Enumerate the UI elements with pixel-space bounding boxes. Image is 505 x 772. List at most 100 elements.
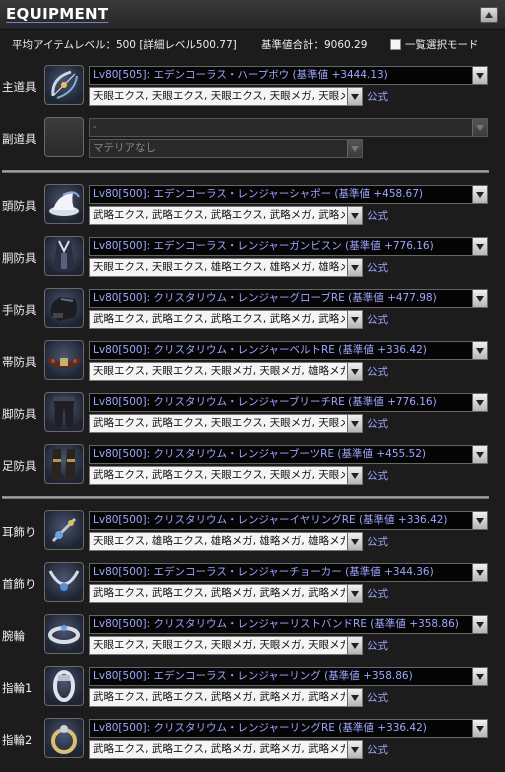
chevron-down-icon bbox=[347, 415, 362, 432]
item-select-off-hand[interactable]: - bbox=[89, 118, 488, 137]
official-link-wrists[interactable]: 公式 bbox=[367, 638, 388, 653]
chevron-down-icon bbox=[347, 311, 362, 328]
collapse-button[interactable] bbox=[480, 7, 498, 23]
official-link-head[interactable]: 公式 bbox=[367, 208, 388, 223]
item-select-feet[interactable]: Lv80[500]: クリスタリウム・レンジャーブーツRE (基準値 +455.… bbox=[89, 445, 488, 464]
item-name: Lv80[500]: クリスタリウム・レンジャーイヤリングRE (基準値 +33… bbox=[93, 514, 448, 526]
chevron-down-icon bbox=[347, 689, 362, 706]
chevron-down-icon bbox=[347, 533, 362, 550]
item-select-legs[interactable]: Lv80[500]: クリスタリウム・レンジャーブリーチRE (基準値 +776… bbox=[89, 393, 488, 412]
slot-label-ring-1: 指輪1 bbox=[2, 681, 33, 695]
slot-label-hands: 手防具 bbox=[2, 303, 37, 317]
slot-label-neck: 首飾り bbox=[2, 577, 37, 591]
official-link-main-hand[interactable]: 公式 bbox=[367, 89, 388, 104]
official-link-neck[interactable]: 公式 bbox=[367, 586, 388, 601]
materia-select-head[interactable]: 武略エクス, 武略エクス, 武略エクス, 武略メガ, 武略メガ bbox=[89, 206, 363, 225]
chevron-down-icon bbox=[347, 741, 362, 758]
chevron-down-icon bbox=[472, 238, 487, 255]
chevron-down-icon bbox=[347, 88, 362, 105]
materia-text: 武略エクス, 武略エクス, 武略メガ, 武略メガ, 武略メガ bbox=[93, 691, 345, 703]
official-link-feet[interactable]: 公式 bbox=[367, 468, 388, 483]
body-armor-icon[interactable] bbox=[44, 236, 84, 276]
chevron-down-icon bbox=[472, 394, 487, 411]
materia-select-hands[interactable]: 武略エクス, 武略エクス, 武略エクス, 武略メガ, 武略メガ bbox=[89, 310, 363, 329]
gloves-icon[interactable] bbox=[44, 288, 84, 328]
average-item-level: 平均アイテムレベル：500 [詳細レベル500.77] bbox=[12, 39, 237, 51]
item-select-ears[interactable]: Lv80[500]: クリスタリウム・レンジャーイヤリングRE (基準値 +33… bbox=[89, 511, 488, 530]
panel-header: EQUIPMENT bbox=[0, 0, 505, 30]
belt-icon[interactable] bbox=[44, 340, 84, 380]
item-select-main-hand[interactable]: Lv80[505]: エデンコーラス・ハープボウ (基準値 +3444.13) bbox=[89, 66, 488, 85]
item-select-neck[interactable]: Lv80[500]: エデンコーラス・レンジャーチョーカー (基準値 +344.… bbox=[89, 563, 488, 582]
boots-icon[interactable] bbox=[44, 444, 84, 484]
materia-select-main-hand[interactable]: 天眼エクス, 天眼エクス, 天眼エクス, 天眼メガ, 天眼メガ bbox=[89, 87, 363, 106]
chevron-down-icon bbox=[347, 637, 362, 654]
item-select-ring-1[interactable]: Lv80[500]: エデンコーラス・レンジャーリング (基準値 +358.86… bbox=[89, 667, 488, 686]
materia-text: 天眼エクス, 天眼エクス, 天眼メガ, 天眼メガ, 天眼メガ bbox=[93, 639, 345, 651]
official-link-body[interactable]: 公式 bbox=[367, 260, 388, 275]
official-link-ring-1[interactable]: 公式 bbox=[367, 690, 388, 705]
official-link-legs[interactable]: 公式 bbox=[367, 416, 388, 431]
chevron-down-icon bbox=[347, 207, 362, 224]
item-select-head[interactable]: Lv80[500]: エデンコーラス・レンジャーシャポー (基準値 +458.6… bbox=[89, 185, 488, 204]
bracelet-icon[interactable] bbox=[44, 614, 84, 654]
chevron-down-icon bbox=[472, 67, 487, 84]
materia-select-legs[interactable]: 武略エクス, 武略エクス, 天眼エクス, 天眼メガ, 天眼メガ bbox=[89, 414, 363, 433]
item-select-body[interactable]: Lv80[500]: エデンコーラス・レンジャーガンビスン (基準値 +776.… bbox=[89, 237, 488, 256]
chevron-down-icon bbox=[472, 512, 487, 529]
chevron-down-icon bbox=[472, 119, 487, 136]
chevron-down-icon bbox=[347, 585, 362, 602]
chevron-down-icon bbox=[472, 720, 487, 737]
item-name: Lv80[500]: エデンコーラス・レンジャーシャポー (基準値 +458.6… bbox=[93, 188, 423, 200]
materia-text: 武略エクス, 武略エクス, 武略メガ, 武略メガ, 武略メガ bbox=[93, 587, 345, 599]
slot-label-legs: 脚防具 bbox=[2, 407, 37, 421]
item-name: Lv80[500]: クリスタリウム・レンジャーベルトRE (基準値 +336.… bbox=[93, 344, 427, 356]
section-divider bbox=[2, 170, 489, 173]
necklace-icon[interactable] bbox=[44, 562, 84, 602]
materia-select-ears[interactable]: 天眼エクス, 雄略エクス, 雄略メガ, 雄略メガ, 雄略メガ bbox=[89, 532, 363, 551]
materia-text: 武略エクス, 武略エクス, 武略メガ, 武略メガ, 武略メガ bbox=[93, 743, 345, 755]
empty-slot-icon[interactable] bbox=[44, 117, 84, 157]
materia-select-waist[interactable]: 天眼エクス, 天眼エクス, 天眼メガ, 天眼メガ, 雄略メガ bbox=[89, 362, 363, 381]
ring-icon[interactable] bbox=[44, 718, 84, 758]
materia-text: 天眼エクス, 天眼エクス, 雄略エクス, 雄略メガ, 雄略メガ bbox=[93, 261, 345, 273]
materia-select-wrists[interactable]: 天眼エクス, 天眼エクス, 天眼メガ, 天眼メガ, 天眼メガ bbox=[89, 636, 363, 655]
item-name: Lv80[500]: エデンコーラス・レンジャーガンビスン (基準値 +776.… bbox=[93, 240, 434, 252]
bulk-select-label: 一覧選択モード bbox=[405, 39, 479, 51]
earring-icon[interactable] bbox=[44, 510, 84, 550]
official-link-ears[interactable]: 公式 bbox=[367, 534, 388, 549]
item-select-wrists[interactable]: Lv80[500]: クリスタリウム・レンジャーリストバンドRE (基準値 +3… bbox=[89, 615, 488, 634]
item-name: Lv80[500]: エデンコーラス・レンジャーチョーカー (基準値 +344.… bbox=[93, 566, 434, 578]
materia-text: 天眼エクス, 天眼エクス, 天眼メガ, 天眼メガ, 雄略メガ bbox=[93, 365, 345, 377]
harp-bow-icon[interactable] bbox=[44, 65, 84, 105]
slot-label-waist: 帯防具 bbox=[2, 355, 37, 369]
official-link-hands[interactable]: 公式 bbox=[367, 312, 388, 327]
total-base-value: 基準値合計：9060.29 bbox=[261, 39, 368, 51]
slot-label-feet: 足防具 bbox=[2, 459, 37, 473]
bulk-select-checkbox[interactable] bbox=[390, 39, 401, 50]
materia-select-body[interactable]: 天眼エクス, 天眼エクス, 雄略エクス, 雄略メガ, 雄略メガ bbox=[89, 258, 363, 277]
item-select-hands[interactable]: Lv80[500]: クリスタリウム・レンジャーグローブRE (基準値 +477… bbox=[89, 289, 488, 308]
official-link-ring-2[interactable]: 公式 bbox=[367, 742, 388, 757]
breeches-icon[interactable] bbox=[44, 392, 84, 432]
official-link-waist[interactable]: 公式 bbox=[367, 364, 388, 379]
slot-label-off-hand: 副道具 bbox=[2, 132, 37, 146]
materia-select-neck[interactable]: 武略エクス, 武略エクス, 武略メガ, 武略メガ, 武略メガ bbox=[89, 584, 363, 603]
materia-text: 武略エクス, 武略エクス, 武略エクス, 武略メガ, 武略メガ bbox=[93, 209, 345, 221]
materia-text: 天眼エクス, 天眼エクス, 天眼エクス, 天眼メガ, 天眼メガ bbox=[93, 90, 345, 102]
chevron-down-icon bbox=[472, 290, 487, 307]
chevron-down-icon bbox=[472, 446, 487, 463]
materia-select-off-hand[interactable]: マテリアなし bbox=[89, 139, 363, 158]
item-name: Lv80[500]: クリスタリウム・レンジャーリングRE (基準値 +336.… bbox=[93, 722, 427, 734]
materia-text: マテリアなし bbox=[93, 142, 156, 154]
item-name: Lv80[500]: クリスタリウム・レンジャーブリーチRE (基準値 +776… bbox=[93, 396, 437, 408]
item-select-waist[interactable]: Lv80[500]: クリスタリウム・レンジャーベルトRE (基準値 +336.… bbox=[89, 341, 488, 360]
item-name: - bbox=[93, 121, 97, 133]
hat-icon[interactable] bbox=[44, 184, 84, 224]
materia-select-ring-2[interactable]: 武略エクス, 武略エクス, 武略メガ, 武略メガ, 武略メガ bbox=[89, 740, 363, 759]
materia-select-ring-1[interactable]: 武略エクス, 武略エクス, 武略メガ, 武略メガ, 武略メガ bbox=[89, 688, 363, 707]
item-name: Lv80[500]: クリスタリウム・レンジャーリストバンドRE (基準値 +3… bbox=[93, 618, 459, 630]
ring-icon[interactable] bbox=[44, 666, 84, 706]
item-select-ring-2[interactable]: Lv80[500]: クリスタリウム・レンジャーリングRE (基準値 +336.… bbox=[89, 719, 488, 738]
materia-select-feet[interactable]: 武略エクス, 武略エクス, 天眼エクス, 天眼メガ, 天眼メガ bbox=[89, 466, 363, 485]
